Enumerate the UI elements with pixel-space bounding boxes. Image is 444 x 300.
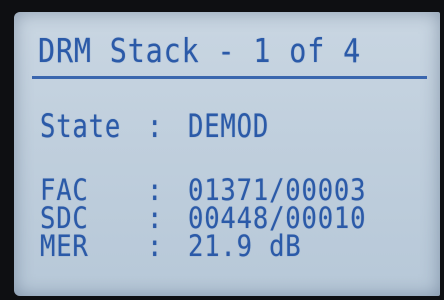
mer-label: MER	[40, 228, 89, 264]
device-bezel: DRM Stack - 1 of 4 State : DEMOD FAC : 0…	[0, 0, 444, 300]
mer-value: 21.9 dB	[188, 228, 302, 264]
state-separator: :	[147, 107, 164, 145]
mer-separator: :	[147, 228, 164, 264]
screen-title: DRM Stack - 1 of 4	[38, 31, 362, 70]
title-divider	[32, 76, 427, 79]
state-label: State	[40, 107, 122, 145]
lcd-screen: DRM Stack - 1 of 4 State : DEMOD FAC : 0…	[14, 12, 440, 296]
state-value: DEMOD	[188, 107, 270, 145]
